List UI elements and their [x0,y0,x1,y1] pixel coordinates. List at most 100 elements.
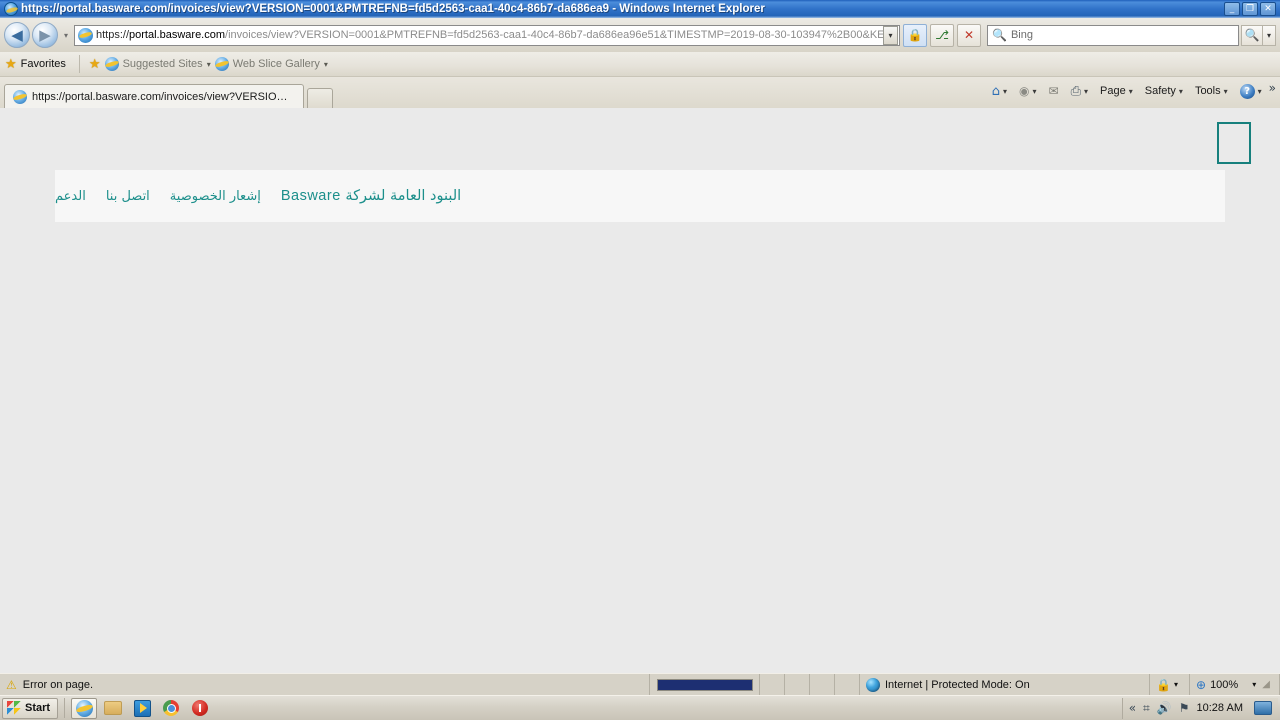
flag-action-center-icon[interactable]: ⚑ [1179,701,1190,715]
page-viewport: البنود العامة لشركة Basware إشعار الخصوص… [0,108,1280,673]
start-button-label: Start [25,702,51,714]
link-contact-us[interactable]: اتصل بنا [106,189,150,204]
status-blank-cell-1 [760,673,785,696]
taskbar-ie[interactable] [71,697,98,719]
privacy-report-cell[interactable]: 🔒 ▾ [1150,673,1190,696]
chevron-down-icon: ▾ [323,59,328,69]
favorites-item-suggested-sites[interactable]: Suggested Sites ▾ [104,57,211,71]
windows-taskbar: Start « ⌗ 🔊 ⚑ 10:28 AM [0,695,1280,720]
taskbar-separator [64,698,66,718]
taskbar-record[interactable] [187,698,213,719]
stop-icon[interactable]: ✕ [957,23,981,47]
safety-menu-button[interactable]: Safety ▾ [1140,83,1188,99]
chevron-down-icon: ▾ [1003,86,1008,96]
mail-icon: ✉ [1048,84,1059,98]
page-menu-label: Page [1100,85,1126,97]
status-progress-cell [650,673,760,696]
tools-menu-button[interactable]: Tools ▾ [1190,83,1233,99]
record-icon [192,700,209,716]
favorites-star-icon[interactable]: ★ [5,57,17,72]
command-bar: ⌂ ▾ ◉ ▾ ✉ ⎙ ▾ Page ▾ Safety ▾ Tools ▾ ? … [987,77,1280,108]
print-button[interactable]: ⎙ ▾ [1066,82,1093,101]
volume-icon[interactable]: 🔊 [1157,701,1172,715]
favorites-item-web-slice-gallery[interactable]: Web Slice Gallery ▾ [214,57,328,71]
start-button[interactable]: Start [2,697,59,719]
system-tray: « ⌗ 🔊 ⚑ 10:28 AM [1121,697,1278,719]
title-bar: https://portal.basware.com/invoices/view… [0,0,1280,18]
address-host-pre: portal. [129,29,160,41]
clock[interactable]: 10:28 AM [1197,702,1243,714]
progress-bar [656,678,753,691]
minimize-button[interactable]: _ [1224,2,1240,16]
globe-icon [866,677,880,692]
taskbar-folder[interactable] [100,698,126,719]
window-title: https://portal.basware.com/invoices/view… [21,3,765,15]
windows-logo-icon [7,701,21,715]
search-provider-caret[interactable]: ▾ [1263,24,1276,46]
chevron-down-icon: ▾ [1257,86,1262,96]
address-scheme: https:// [96,29,130,41]
back-button[interactable]: ◀ [4,22,30,48]
privacy-lock-icon: 🔒 [1156,677,1171,692]
close-button[interactable]: ✕ [1260,2,1276,16]
status-blank-cell-2 [785,673,810,696]
status-blank-cell-3 [810,673,835,696]
security-zone-text: Internet | Protected Mode: On [885,678,1030,691]
media-player-icon [133,699,151,717]
favorites-bar: ★ Favorites ★ Suggested Sites ▾ Web Slic… [0,52,1280,77]
network-icon[interactable]: ⌗ [1143,701,1150,716]
address-dropdown-icon[interactable]: ▾ [883,25,898,45]
page-menu-button[interactable]: Page ▾ [1095,83,1138,99]
home-icon: ⌂ [991,83,1001,99]
new-tab-button[interactable] [307,88,333,108]
recent-pages-caret[interactable]: ▾ [60,31,72,40]
security-zone-cell[interactable]: Internet | Protected Mode: On [860,673,1150,696]
rss-feed-icon: ◉ [1019,84,1030,98]
taskbar-media-player[interactable] [129,698,155,719]
favorites-item-label: Web Slice Gallery [232,58,320,70]
security-lock-icon[interactable]: 🔒 [903,23,927,47]
show-desktop-icon[interactable] [1254,701,1272,715]
link-privacy-notice[interactable]: إشعار الخصوصية [170,189,261,204]
address-input[interactable]: https://portal.basware.com/invoices/view… [96,29,883,41]
home-button[interactable]: ⌂ ▾ [987,82,1012,101]
taskbar-chrome[interactable] [158,698,184,719]
status-blank-cell-4 [835,673,860,696]
status-bar: ⚠ Error on page. Internet | Protected Mo… [0,673,1280,696]
feeds-button[interactable]: ◉ ▾ [1014,82,1042,100]
page-favicon [78,27,93,43]
ie-icon [4,2,18,16]
help-icon: ? [1239,83,1255,99]
ie-icon [214,57,229,71]
address-bar[interactable]: https://portal.basware.com/invoices/view… [74,24,900,46]
search-input[interactable]: Bing [1011,29,1033,41]
link-support[interactable]: الدعم [55,189,86,204]
search-box[interactable]: 🔍 Bing [987,24,1239,46]
read-mail-button[interactable]: ✉ [1044,82,1064,100]
add-to-favorites-bar-icon[interactable]: ★ [89,57,101,72]
favorites-button-label[interactable]: Favorites [21,58,66,70]
resize-grip-icon[interactable]: ◢ [1262,679,1273,690]
navigation-bar: ◀ ▶ ▾ https://portal.basware.com/invoice… [0,18,1280,52]
chevron-down-icon: ▾ [1178,86,1183,96]
link-basware-general-terms[interactable]: البنود العامة لشركة Basware [281,188,461,204]
overflow-chevron-icon[interactable]: » [1269,81,1276,101]
tab-label: https://portal.basware.com/invoices/view… [32,90,295,103]
tab-basware-invoice[interactable]: https://portal.basware.com/invoices/view… [4,84,304,108]
ie-browser-window: https://portal.basware.com/invoices/view… [0,0,1280,720]
chevron-down-icon: ▾ [1173,680,1178,689]
brand-link-arabic: البنود العامة لشركة [345,188,462,204]
ie-icon [13,89,27,104]
status-error-text: Error on page. [22,678,94,691]
site-header: البنود العامة لشركة Basware إشعار الخصوص… [55,170,1225,222]
compatibility-view-icon[interactable]: ⎇ [930,23,954,47]
chevron-down-icon: ▾ [1032,86,1037,96]
search-go-button[interactable]: 🔍 [1241,24,1263,46]
help-menu-button[interactable]: ? ▾ [1235,82,1267,101]
placeholder-image-box [1217,122,1251,164]
restore-button[interactable]: ❐ [1242,2,1258,16]
forward-button[interactable]: ▶ [32,22,58,48]
status-error-cell[interactable]: ⚠ Error on page. [0,673,650,696]
show-hidden-icons-icon[interactable]: « [1129,701,1136,715]
zoom-level-cell[interactable]: ⊕ 100% ▾ ◢ [1190,673,1280,696]
